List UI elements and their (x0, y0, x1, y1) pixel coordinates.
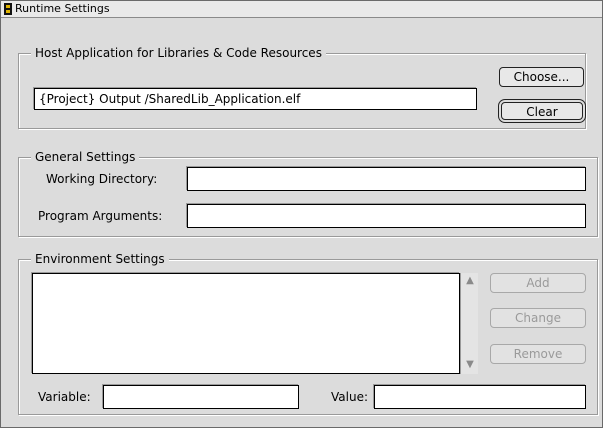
scroll-down-arrow-icon[interactable]: ▼ (463, 359, 477, 371)
runtime-settings-window: Runtime Settings Host Application for Li… (0, 0, 603, 428)
host-application-path-field[interactable]: {Project} Output /SharedLib_Application.… (34, 88, 477, 110)
environment-settings-legend: Environment Settings (31, 251, 169, 267)
environment-variables-list[interactable] (32, 273, 460, 374)
program-arguments-field[interactable] (187, 204, 586, 228)
window-title: Runtime Settings (15, 2, 110, 15)
variable-label: Variable: (38, 390, 91, 404)
variable-field[interactable] (103, 385, 299, 409)
program-arguments-label: Program Arguments: (38, 209, 163, 223)
scroll-up-arrow-icon[interactable]: ▲ (463, 275, 477, 287)
remove-button[interactable]: Remove (490, 344, 586, 364)
value-label: Value: (331, 390, 368, 404)
add-button[interactable]: Add (490, 273, 586, 293)
clear-button[interactable]: Clear (501, 102, 583, 120)
general-settings-legend: General Settings (31, 149, 140, 165)
host-application-legend: Host Application for Libraries & Code Re… (31, 45, 326, 61)
window-titlebar[interactable]: Runtime Settings (1, 1, 602, 18)
environment-list-scrollbar[interactable]: ▲ ▼ (460, 273, 478, 374)
choose-button[interactable]: Choose... (499, 67, 584, 87)
value-field[interactable] (374, 385, 586, 409)
working-directory-label: Working Directory: (46, 172, 158, 186)
change-button[interactable]: Change (490, 308, 586, 328)
working-directory-field[interactable] (187, 167, 586, 191)
window-app-icon (4, 3, 12, 15)
